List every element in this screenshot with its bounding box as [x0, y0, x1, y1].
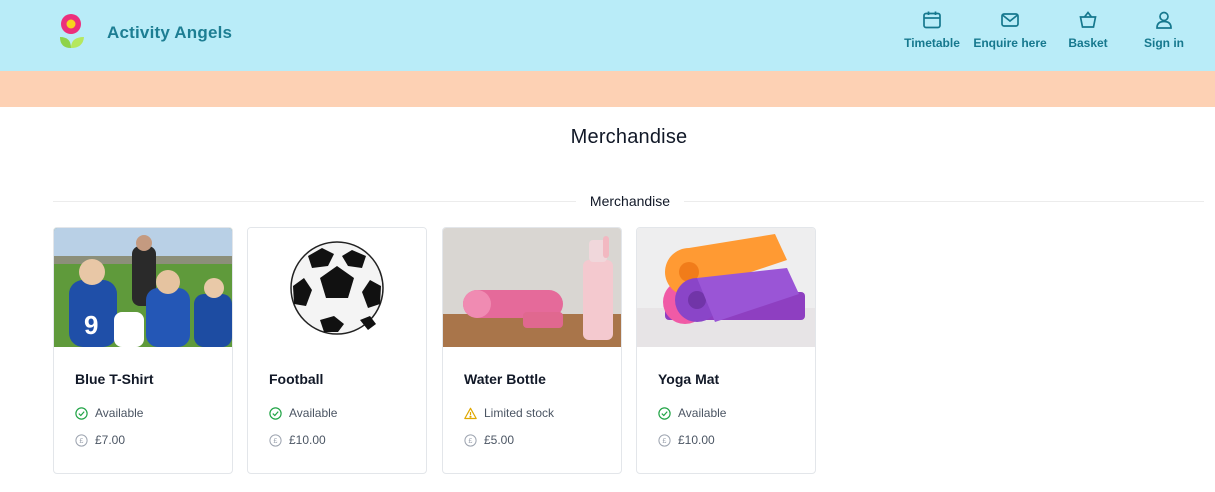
check-circle-icon [658, 406, 671, 420]
pound-coin-icon: £ [75, 433, 88, 447]
envelope-icon [1001, 13, 1019, 27]
product-price: £7.00 [95, 433, 126, 447]
product-card-football[interactable]: Football Available £ £10.00 [247, 227, 427, 474]
svg-text:£: £ [663, 438, 667, 445]
nav-timetable[interactable]: Timetable [892, 10, 972, 50]
availability-row: Available [658, 406, 726, 420]
availability-row: Limited stock [464, 406, 554, 420]
pound-coin-icon: £ [658, 433, 671, 447]
product-name: Blue T-Shirt [75, 371, 154, 387]
product-price: £5.00 [484, 433, 515, 447]
price-row: £ £10.00 [658, 433, 715, 447]
product-name: Water Bottle [464, 371, 546, 387]
availability-row: Available [269, 406, 337, 420]
promo-banner [0, 71, 1215, 107]
availability-status: Limited stock [484, 406, 555, 420]
nav-enquire[interactable]: Enquire here [970, 10, 1050, 50]
check-circle-icon [75, 406, 88, 420]
basket-icon [1079, 11, 1097, 28]
user-icon [1156, 11, 1172, 29]
product-price: £10.00 [289, 433, 326, 447]
price-row: £ £7.00 [75, 433, 125, 447]
nav-sign-in[interactable]: Sign in [1124, 10, 1204, 50]
brand-name: Activity Angels [107, 23, 233, 42]
svg-text:£: £ [274, 438, 278, 445]
availability-status: Available [289, 406, 338, 420]
nav-basket[interactable]: Basket [1048, 10, 1128, 50]
product-card-blue-t-shirt[interactable]: 9 Blue T-Shirt Available £ £7.00 [53, 227, 233, 474]
product-image-blue-t-shirt: 9 [54, 228, 232, 347]
product-image-water-bottle [443, 228, 621, 347]
calendar-icon [923, 11, 941, 29]
pound-coin-icon: £ [269, 433, 282, 447]
price-row: £ £10.00 [269, 433, 326, 447]
pound-coin-icon: £ [464, 433, 477, 447]
availability-status: Available [678, 406, 727, 420]
product-card-yoga-mat[interactable]: Yoga Mat Available £ £10.00 [636, 227, 816, 474]
nav-sign-in-label: Sign in [1144, 36, 1184, 50]
availability-status: Available [95, 406, 144, 420]
svg-text:£: £ [469, 438, 473, 445]
section-divider-right [684, 201, 1204, 202]
page-title: Merchandise [570, 126, 688, 148]
brand-link[interactable]: Activity Angels [57, 13, 232, 49]
svg-text:9: 9 [84, 310, 98, 340]
nav-enquire-label: Enquire here [973, 36, 1047, 50]
product-name: Yoga Mat [658, 371, 720, 387]
check-circle-icon [269, 406, 282, 420]
nav-timetable-label: Timetable [904, 36, 960, 50]
price-row: £ £5.00 [464, 433, 514, 447]
product-image-yoga-mat [637, 228, 815, 347]
flower-logo-icon [60, 14, 84, 48]
availability-row: Available [75, 406, 143, 420]
product-name: Football [269, 371, 324, 387]
section-label: Merchandise [589, 193, 671, 209]
product-price: £10.00 [678, 433, 715, 447]
section-divider-left [53, 201, 576, 202]
product-image-football [248, 228, 426, 347]
warning-icon [464, 407, 477, 419]
site-header: Activity Angels Timetable Enquire here B… [0, 0, 1215, 71]
nav-basket-label: Basket [1068, 36, 1108, 50]
svg-text:£: £ [80, 438, 84, 445]
product-card-water-bottle[interactable]: Water Bottle Limited stock £ £5.00 [442, 227, 622, 474]
